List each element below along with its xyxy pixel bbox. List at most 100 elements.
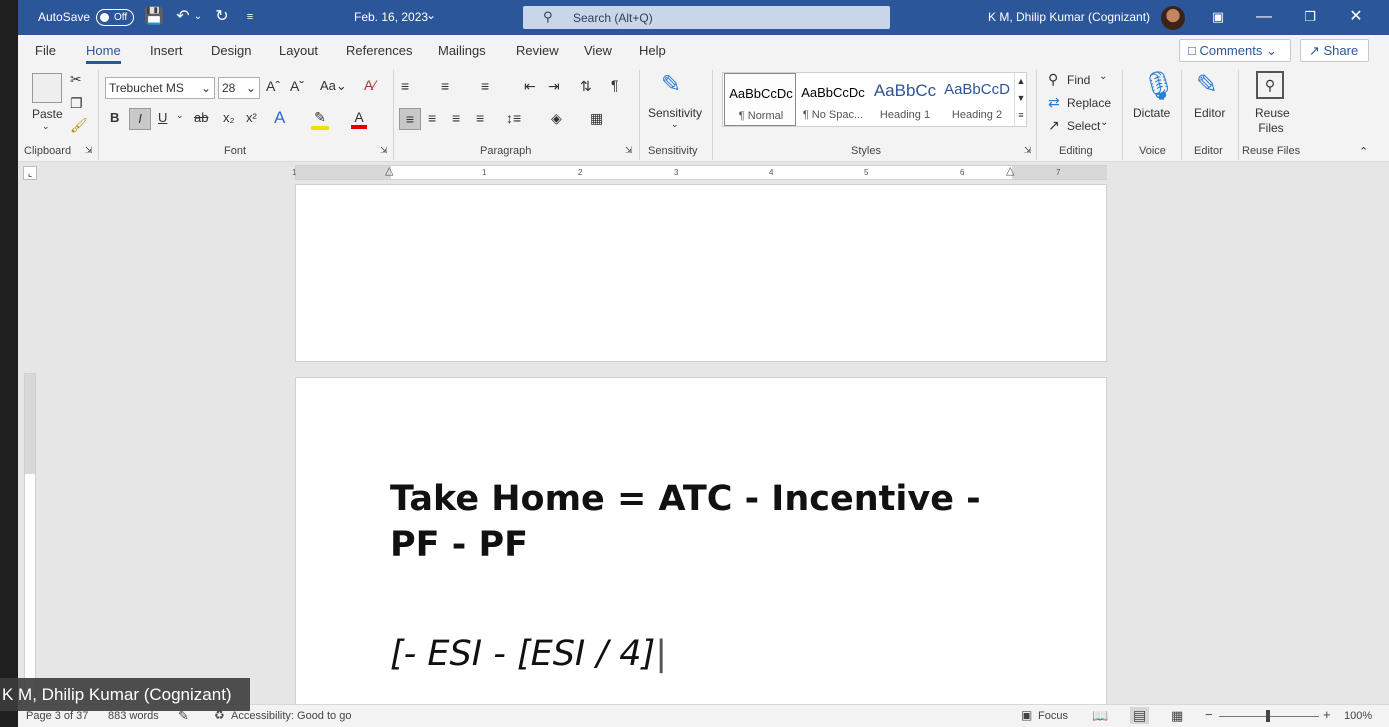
numbering-icon[interactable]: ≡ bbox=[441, 78, 449, 94]
change-case-icon[interactable]: Aa⌄ bbox=[320, 78, 347, 94]
paragraph-launcher-icon[interactable]: ⇲ bbox=[625, 145, 633, 156]
find-dropdown-icon[interactable]: ⌄ bbox=[1099, 71, 1107, 82]
reuse-files-button[interactable]: Reuse Files bbox=[1255, 106, 1290, 136]
tab-references[interactable]: References bbox=[346, 43, 412, 58]
minimize-icon[interactable]: — bbox=[1254, 7, 1274, 27]
autosave-toggle[interactable]: Off bbox=[96, 9, 134, 26]
tab-review[interactable]: Review bbox=[516, 43, 559, 58]
right-indent-marker-icon[interactable]: △ bbox=[1006, 164, 1014, 177]
superscript-icon[interactable]: x² bbox=[246, 110, 257, 125]
avatar[interactable] bbox=[1161, 6, 1185, 30]
horizontal-ruler[interactable]: 1 1 2 3 4 5 6 7 △ △ bbox=[292, 164, 1107, 180]
line-spacing-icon[interactable]: ↕≡ bbox=[506, 110, 521, 126]
undo-dropdown-icon[interactable]: ⌄ bbox=[192, 7, 204, 27]
grow-font-icon[interactable]: Aˆ bbox=[266, 78, 280, 94]
tab-layout[interactable]: Layout bbox=[279, 43, 318, 58]
align-left-icon[interactable]: ≡ bbox=[399, 108, 421, 130]
bold-icon[interactable]: B bbox=[110, 110, 119, 125]
tab-insert[interactable]: Insert bbox=[150, 43, 183, 58]
find-button[interactable]: Find bbox=[1067, 73, 1090, 87]
search-box[interactable]: ⚲ Search (Alt+Q) bbox=[523, 6, 890, 29]
customize-qat-icon[interactable]: ≡ bbox=[240, 7, 260, 27]
zoom-slider-thumb[interactable] bbox=[1266, 710, 1270, 722]
font-launcher-icon[interactable]: ⇲ bbox=[380, 145, 388, 156]
italic-icon[interactable]: I bbox=[129, 108, 151, 130]
shading-icon[interactable]: ◈ bbox=[551, 110, 562, 127]
format-painter-icon[interactable]: 🖌 bbox=[70, 117, 88, 134]
tab-design[interactable]: Design bbox=[211, 43, 251, 58]
replace-button[interactable]: Replace bbox=[1067, 96, 1111, 110]
document-text-line-2[interactable]: [- ESI - [ESI / 4]| bbox=[390, 634, 667, 674]
dictate-button[interactable]: Dictate bbox=[1133, 106, 1170, 120]
undo-icon[interactable]: ↶ bbox=[173, 7, 193, 27]
font-name-select[interactable]: Trebuchet MS ⌄ bbox=[105, 77, 215, 99]
tab-selector[interactable]: ⌞ bbox=[23, 166, 37, 180]
save-icon[interactable]: 💾 bbox=[144, 7, 164, 27]
increase-indent-icon[interactable]: ⇥ bbox=[548, 78, 560, 95]
align-center-icon[interactable]: ≡ bbox=[428, 110, 436, 126]
cut-icon[interactable]: ✂ bbox=[70, 71, 82, 88]
bullets-icon[interactable]: ≡ bbox=[401, 78, 409, 94]
word-count[interactable]: 883 words bbox=[108, 710, 159, 722]
zoom-level[interactable]: 100% bbox=[1344, 710, 1372, 722]
tab-help[interactable]: Help bbox=[639, 43, 666, 58]
borders-icon[interactable]: ▦ bbox=[590, 110, 603, 127]
indent-marker-icon[interactable]: △ bbox=[385, 164, 393, 177]
font-size-select[interactable]: 28 ⌄ bbox=[218, 77, 260, 99]
sort-icon[interactable]: ⇅ bbox=[580, 78, 592, 95]
styles-scroll[interactable]: ▲ ▼ ≡ bbox=[1014, 73, 1027, 126]
tab-mailings[interactable]: Mailings bbox=[438, 43, 486, 58]
subscript-icon[interactable]: x₂ bbox=[223, 110, 235, 125]
font-color-icon[interactable]: A bbox=[351, 109, 367, 129]
sensitivity-icon[interactable]: ✎ bbox=[661, 70, 681, 99]
document-title[interactable]: Feb. 16, 2023 bbox=[354, 10, 428, 24]
paste-icon[interactable] bbox=[32, 73, 62, 103]
show-marks-icon[interactable]: ¶ bbox=[611, 77, 619, 93]
tab-home[interactable]: Home bbox=[86, 43, 121, 64]
strikethrough-icon[interactable]: ab bbox=[194, 110, 208, 125]
zoom-out-icon[interactable]: − bbox=[1205, 707, 1213, 722]
copy-icon[interactable]: ❐ bbox=[70, 95, 83, 112]
select-dropdown-icon[interactable]: ⌄ bbox=[1100, 117, 1108, 128]
style-no-spacing[interactable]: AaBbCcDc ¶ No Spac... bbox=[797, 73, 869, 126]
focus-button[interactable]: Focus bbox=[1038, 710, 1068, 722]
chevron-down-icon[interactable]: ⌄ bbox=[426, 8, 436, 22]
read-mode-icon[interactable]: 📖 bbox=[1092, 708, 1108, 724]
select-button[interactable]: Select bbox=[1067, 119, 1100, 133]
sensitivity-dropdown-icon[interactable]: ⌄ bbox=[671, 119, 679, 130]
select-icon[interactable]: ↗ bbox=[1048, 117, 1060, 134]
reuse-files-icon[interactable]: ⚲ bbox=[1256, 71, 1284, 99]
decrease-indent-icon[interactable]: ⇤ bbox=[524, 78, 536, 95]
underline-icon[interactable]: U bbox=[158, 110, 167, 125]
comments-button[interactable]: □ Comments ⌄ bbox=[1179, 39, 1291, 62]
document-page-previous[interactable] bbox=[295, 184, 1107, 362]
user-name[interactable]: K M, Dhilip Kumar (Cognizant) bbox=[988, 10, 1150, 24]
shrink-font-icon[interactable]: Aˇ bbox=[290, 78, 304, 94]
styles-launcher-icon[interactable]: ⇲ bbox=[1024, 145, 1032, 156]
align-right-icon[interactable]: ≡ bbox=[452, 110, 460, 126]
underline-dropdown-icon[interactable]: ⌄ bbox=[176, 110, 184, 121]
redo-icon[interactable]: ↻ bbox=[212, 7, 232, 27]
collapse-ribbon-icon[interactable]: ⌃ bbox=[1359, 145, 1368, 158]
focus-icon[interactable]: ▣ bbox=[1021, 708, 1032, 722]
editor-button[interactable]: Editor bbox=[1194, 106, 1225, 120]
clipboard-launcher-icon[interactable]: ⇲ bbox=[85, 145, 93, 156]
accessibility-status[interactable]: Accessibility: Good to go bbox=[231, 710, 351, 722]
page-count[interactable]: Page 3 of 37 bbox=[26, 710, 88, 722]
paste-dropdown-icon[interactable]: ⌄ bbox=[42, 121, 50, 132]
text-effects-icon[interactable]: A bbox=[274, 108, 285, 128]
close-icon[interactable]: ✕ bbox=[1346, 7, 1366, 27]
tab-file[interactable]: File bbox=[35, 43, 56, 58]
ribbon-display-icon[interactable]: ▣ bbox=[1208, 7, 1228, 27]
sensitivity-button[interactable]: Sensitivity bbox=[648, 106, 702, 120]
clear-formatting-icon[interactable]: A∕ bbox=[364, 77, 376, 93]
paste-button[interactable]: Paste bbox=[32, 107, 63, 121]
style-normal[interactable]: AaBbCcDc ¶ Normal bbox=[724, 73, 796, 126]
web-layout-icon[interactable]: ▦ bbox=[1171, 708, 1183, 724]
multilevel-list-icon[interactable]: ≡ bbox=[481, 78, 489, 94]
zoom-in-icon[interactable]: + bbox=[1323, 707, 1331, 722]
print-layout-icon[interactable]: ▤ bbox=[1130, 707, 1150, 724]
replace-icon[interactable]: ⇄ bbox=[1048, 94, 1060, 111]
restore-icon[interactable]: ❐ bbox=[1300, 7, 1320, 27]
justify-icon[interactable]: ≡ bbox=[476, 110, 484, 126]
